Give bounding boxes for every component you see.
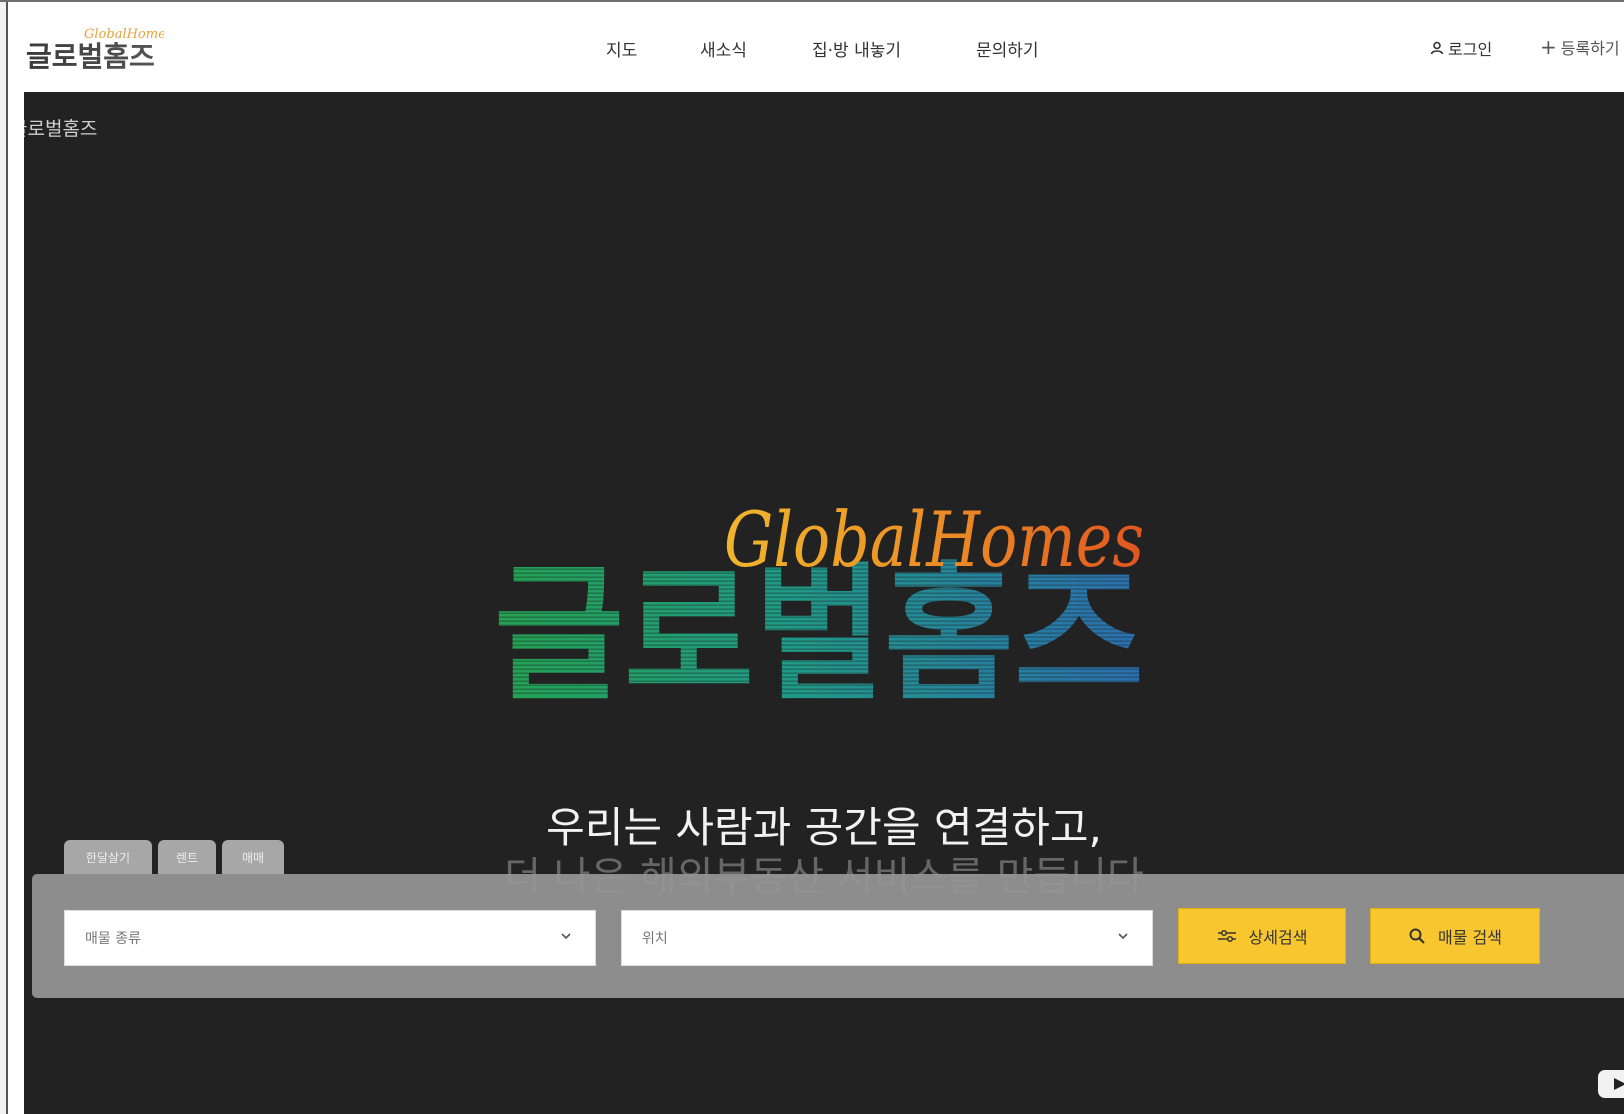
register-link[interactable]: + 등록하기 xyxy=(1540,35,1620,59)
login-link[interactable]: 로그인 xyxy=(1430,36,1492,60)
hero-caption: 글로벌홈즈 xyxy=(24,118,98,140)
hero-logo-script: GlobalHomes xyxy=(724,495,1144,584)
property-search-label: 매물 검색 xyxy=(1438,928,1502,947)
tab-sale[interactable]: 매매 xyxy=(222,840,284,874)
hero-brand-logo: 글로벌홈즈 GlobalHomes xyxy=(494,495,1154,721)
chevron-down-icon xyxy=(561,933,571,940)
advanced-search-label: 상세검색 xyxy=(1248,928,1308,947)
plus-icon: + xyxy=(1540,35,1557,59)
location-select[interactable]: 위치 xyxy=(621,910,1153,966)
search-tabs: 한달살기 렌트 매매 xyxy=(64,840,284,874)
property-type-placeholder: 매물 종류 xyxy=(85,931,141,947)
property-search-button[interactable]: 매물 검색 xyxy=(1370,908,1540,964)
nav-item-contact[interactable]: 문의하기 xyxy=(976,36,1039,61)
sliders-icon xyxy=(1217,929,1236,943)
property-type-select[interactable]: 매물 종류 xyxy=(64,910,596,966)
nav-item-map[interactable]: 지도 xyxy=(606,36,637,61)
advanced-search-button[interactable]: 상세검색 xyxy=(1178,908,1346,964)
tab-rent[interactable]: 렌트 xyxy=(158,840,216,874)
youtube-play-icon[interactable] xyxy=(1598,1070,1624,1098)
site-header: GlobalHomes 글로벌홈즈 지도 새소식 집·방 내놓기 문의하기 로그… xyxy=(10,4,1624,90)
chevron-down-icon xyxy=(1118,933,1128,940)
brand-logo[interactable]: GlobalHomes 글로벌홈즈 xyxy=(24,22,164,72)
register-label: 등록하기 xyxy=(1560,39,1620,58)
tab-monthly-stay[interactable]: 한달살기 xyxy=(64,840,152,874)
nav-item-news[interactable]: 새소식 xyxy=(700,36,747,61)
search-panel: 매물 종류 위치 상세검색 매물 검색 xyxy=(32,874,1624,998)
browser-page: GlobalHomes 글로벌홈즈 지도 새소식 집·방 내놓기 문의하기 로그… xyxy=(0,0,1624,1114)
hero-section: 글로벌홈즈 글로벌홈즈 GlobalH xyxy=(24,92,1624,1114)
search-icon xyxy=(1409,928,1425,944)
nav-item-list-property[interactable]: 집·방 내놓기 xyxy=(812,36,901,61)
window-edge xyxy=(0,2,8,1114)
user-icon xyxy=(1430,41,1444,55)
location-placeholder: 위치 xyxy=(642,931,668,947)
login-label: 로그인 xyxy=(1448,40,1493,59)
logo-korean-text: 글로벌홈즈 xyxy=(26,40,155,72)
